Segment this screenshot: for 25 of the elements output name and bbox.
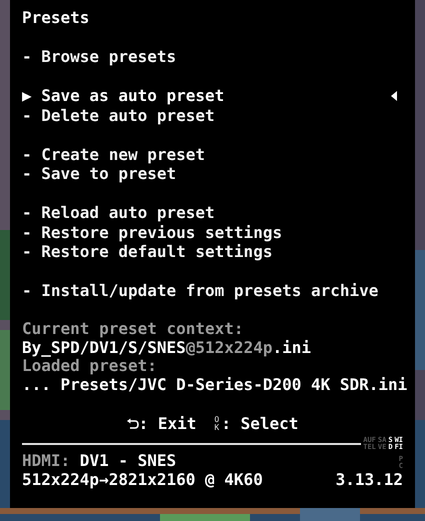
left-triangle-icon [391,90,397,101]
hint-label: : Select [221,414,298,434]
menu-title: Presets [22,8,90,28]
menu-item[interactable]: - Delete auto preset [22,106,403,125]
back-arrow-icon [126,418,139,430]
menu-item[interactable]: - Reload auto preset [22,203,403,222]
menu-item[interactable]: ▶ Save as auto preset [22,86,403,106]
firmware-version: 3.13.12 [336,470,403,490]
preset-text-label: Current preset context: [22,319,244,338]
menu-item[interactable]: - Restore default settings [22,242,403,262]
input-source: DV1 - SNES [78,450,176,470]
key-glyph: OK [214,416,220,432]
preset-text: By_SPD/DV1/S/SNES [22,338,186,356]
menu-item[interactable]: - Create new preset [22,144,403,164]
preset-text-label: @512x224p [186,338,272,356]
menu-item[interactable]: - Save to preset [22,164,403,184]
menu-item[interactable]: - Restore previous settings [22,222,403,242]
hint-label: : Exit [138,414,196,434]
preset-text-label: Loaded preset: [22,356,157,375]
preset-text: .ini [272,338,311,356]
input-source-label: HDMI: [22,450,70,470]
preset-text: ... Presets/JVC D-Series-D200 4K SDR.ini [22,374,408,394]
output-resolution: 512x224p→2821x2160 @ 4K60 [22,470,263,490]
menu-item[interactable]: - Install/update from presets archive [22,281,403,300]
menu-item[interactable]: - Browse presets [22,47,403,66]
